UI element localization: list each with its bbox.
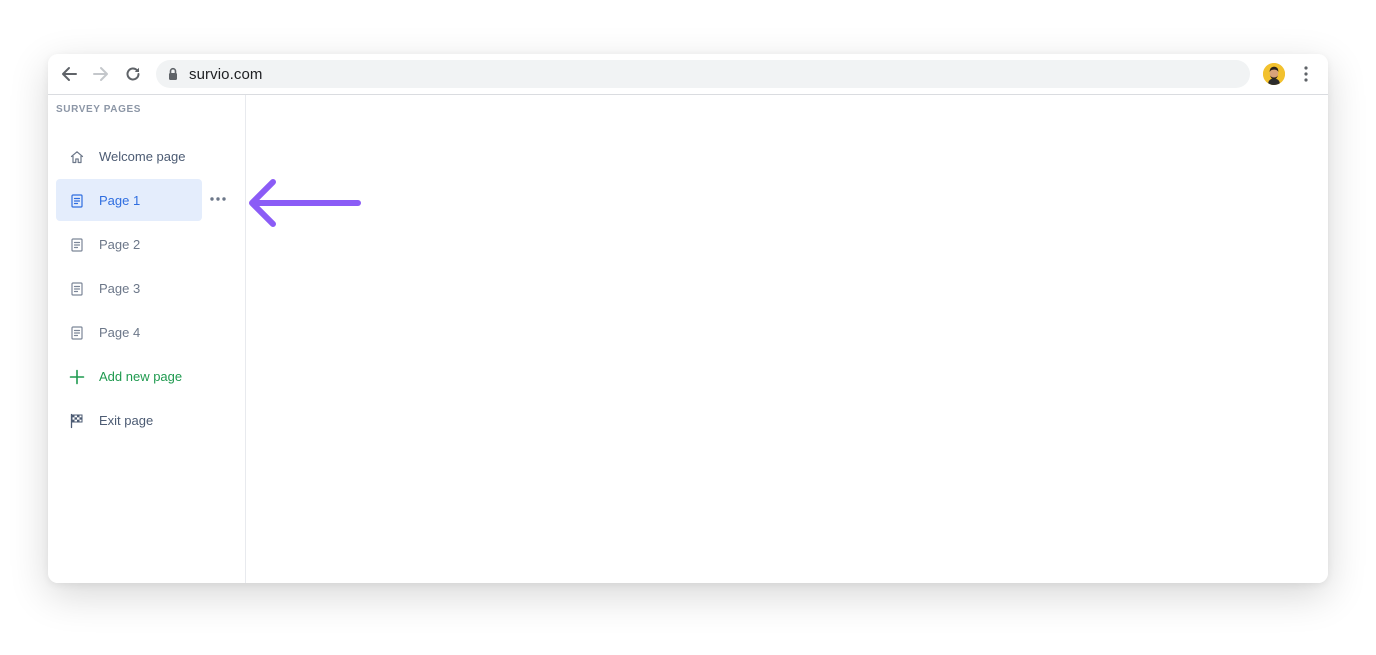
survey-pages-sidebar: SURVEY PAGES Welcome page Page 1 Page 2 …	[48, 95, 246, 583]
page-icon	[71, 282, 83, 296]
forward-button[interactable]	[89, 62, 113, 86]
sidebar-item-label: Exit page	[99, 413, 154, 428]
browser-window: survio.com SURVEY PAGES Welcome page Pag…	[48, 54, 1328, 583]
sidebar-item-page-2[interactable]: Page 2	[56, 223, 202, 265]
url-text: survio.com	[189, 66, 263, 83]
sidebar-item-label: Page 1	[99, 193, 141, 208]
sidebar-item-welcome-page[interactable]: Welcome page	[56, 135, 202, 177]
more-horizontal-icon	[210, 197, 226, 201]
page-icon	[71, 326, 83, 340]
sidebar-item-page-4[interactable]: Page 4	[56, 311, 202, 353]
vertical-dots-icon	[1304, 66, 1308, 82]
sidebar-item-page-1[interactable]: Page 1	[56, 179, 202, 221]
sidebar-item-label: Page 2	[99, 237, 141, 252]
page-icon	[71, 194, 83, 208]
sidebar-title: SURVEY PAGES	[56, 104, 142, 115]
plus-icon	[69, 369, 85, 385]
checkered-flag-icon	[70, 413, 83, 429]
sidebar-item-label: Add new page	[99, 369, 183, 384]
home-icon	[70, 151, 84, 164]
page-options-button[interactable]	[208, 190, 228, 208]
main-content-area	[246, 95, 1328, 583]
annotation-arrow-icon	[249, 179, 361, 227]
sidebar-item-page-3[interactable]: Page 3	[56, 267, 202, 309]
arrow-right-icon	[93, 67, 108, 81]
page-icon	[71, 238, 83, 252]
sidebar-item-label: Page 4	[99, 325, 141, 340]
browser-toolbar: survio.com	[48, 54, 1328, 95]
address-bar[interactable]: survio.com	[156, 60, 1250, 88]
reload-button[interactable]	[121, 62, 145, 86]
avatar[interactable]	[1263, 63, 1285, 85]
back-button[interactable]	[57, 62, 81, 86]
arrow-left-icon	[62, 67, 77, 81]
reload-icon	[126, 67, 140, 81]
add-new-page-button[interactable]: Add new page	[56, 355, 202, 397]
sidebar-item-label: Page 3	[99, 281, 141, 296]
sidebar-item-label: Welcome page	[99, 149, 186, 164]
profile-face-icon	[1263, 63, 1285, 85]
browser-menu-button[interactable]	[1298, 63, 1314, 85]
sidebar-item-exit-page[interactable]: Exit page	[56, 399, 202, 441]
lock-icon	[169, 67, 177, 80]
